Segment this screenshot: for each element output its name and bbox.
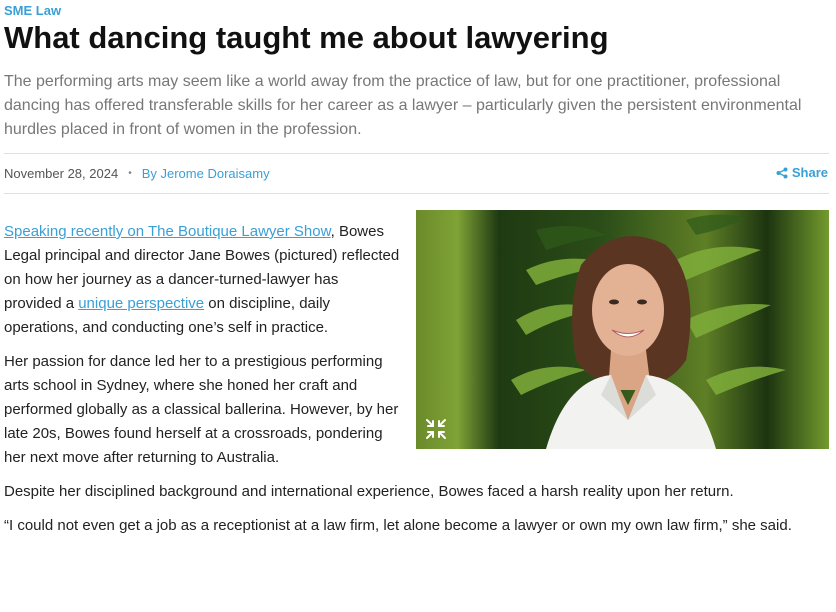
author-link[interactable]: By Jerome Doraisamy [142,166,270,181]
divider [4,153,829,154]
article-paragraph: Despite her disciplined background and i… [4,483,734,500]
share-label: Share [791,165,828,180]
article-paragraph: “I could not even get a job as a recepti… [4,517,792,534]
article-meta: November 28, 2024 • By Jerome Doraisamy [4,166,270,181]
page-title: What dancing taught me about lawyering [4,20,609,55]
article-standfirst: The performing arts may seem like a worl… [4,73,802,138]
show-link[interactable]: Speaking recently on The Boutique Lawyer… [4,223,331,240]
article-image [416,210,829,449]
portrait-illustration [511,214,786,449]
category-link[interactable]: SME Law [4,3,61,18]
divider [4,193,829,194]
perspective-link[interactable]: unique perspective [78,295,204,312]
article-body: Speaking recently on The Boutique Lawyer… [4,210,829,548]
share-button[interactable]: Share [776,165,828,180]
share-icon [776,167,788,178]
collapse-arrows-icon[interactable] [424,417,448,441]
meta-separator: • [128,168,132,179]
publish-date: November 28, 2024 [4,166,119,181]
